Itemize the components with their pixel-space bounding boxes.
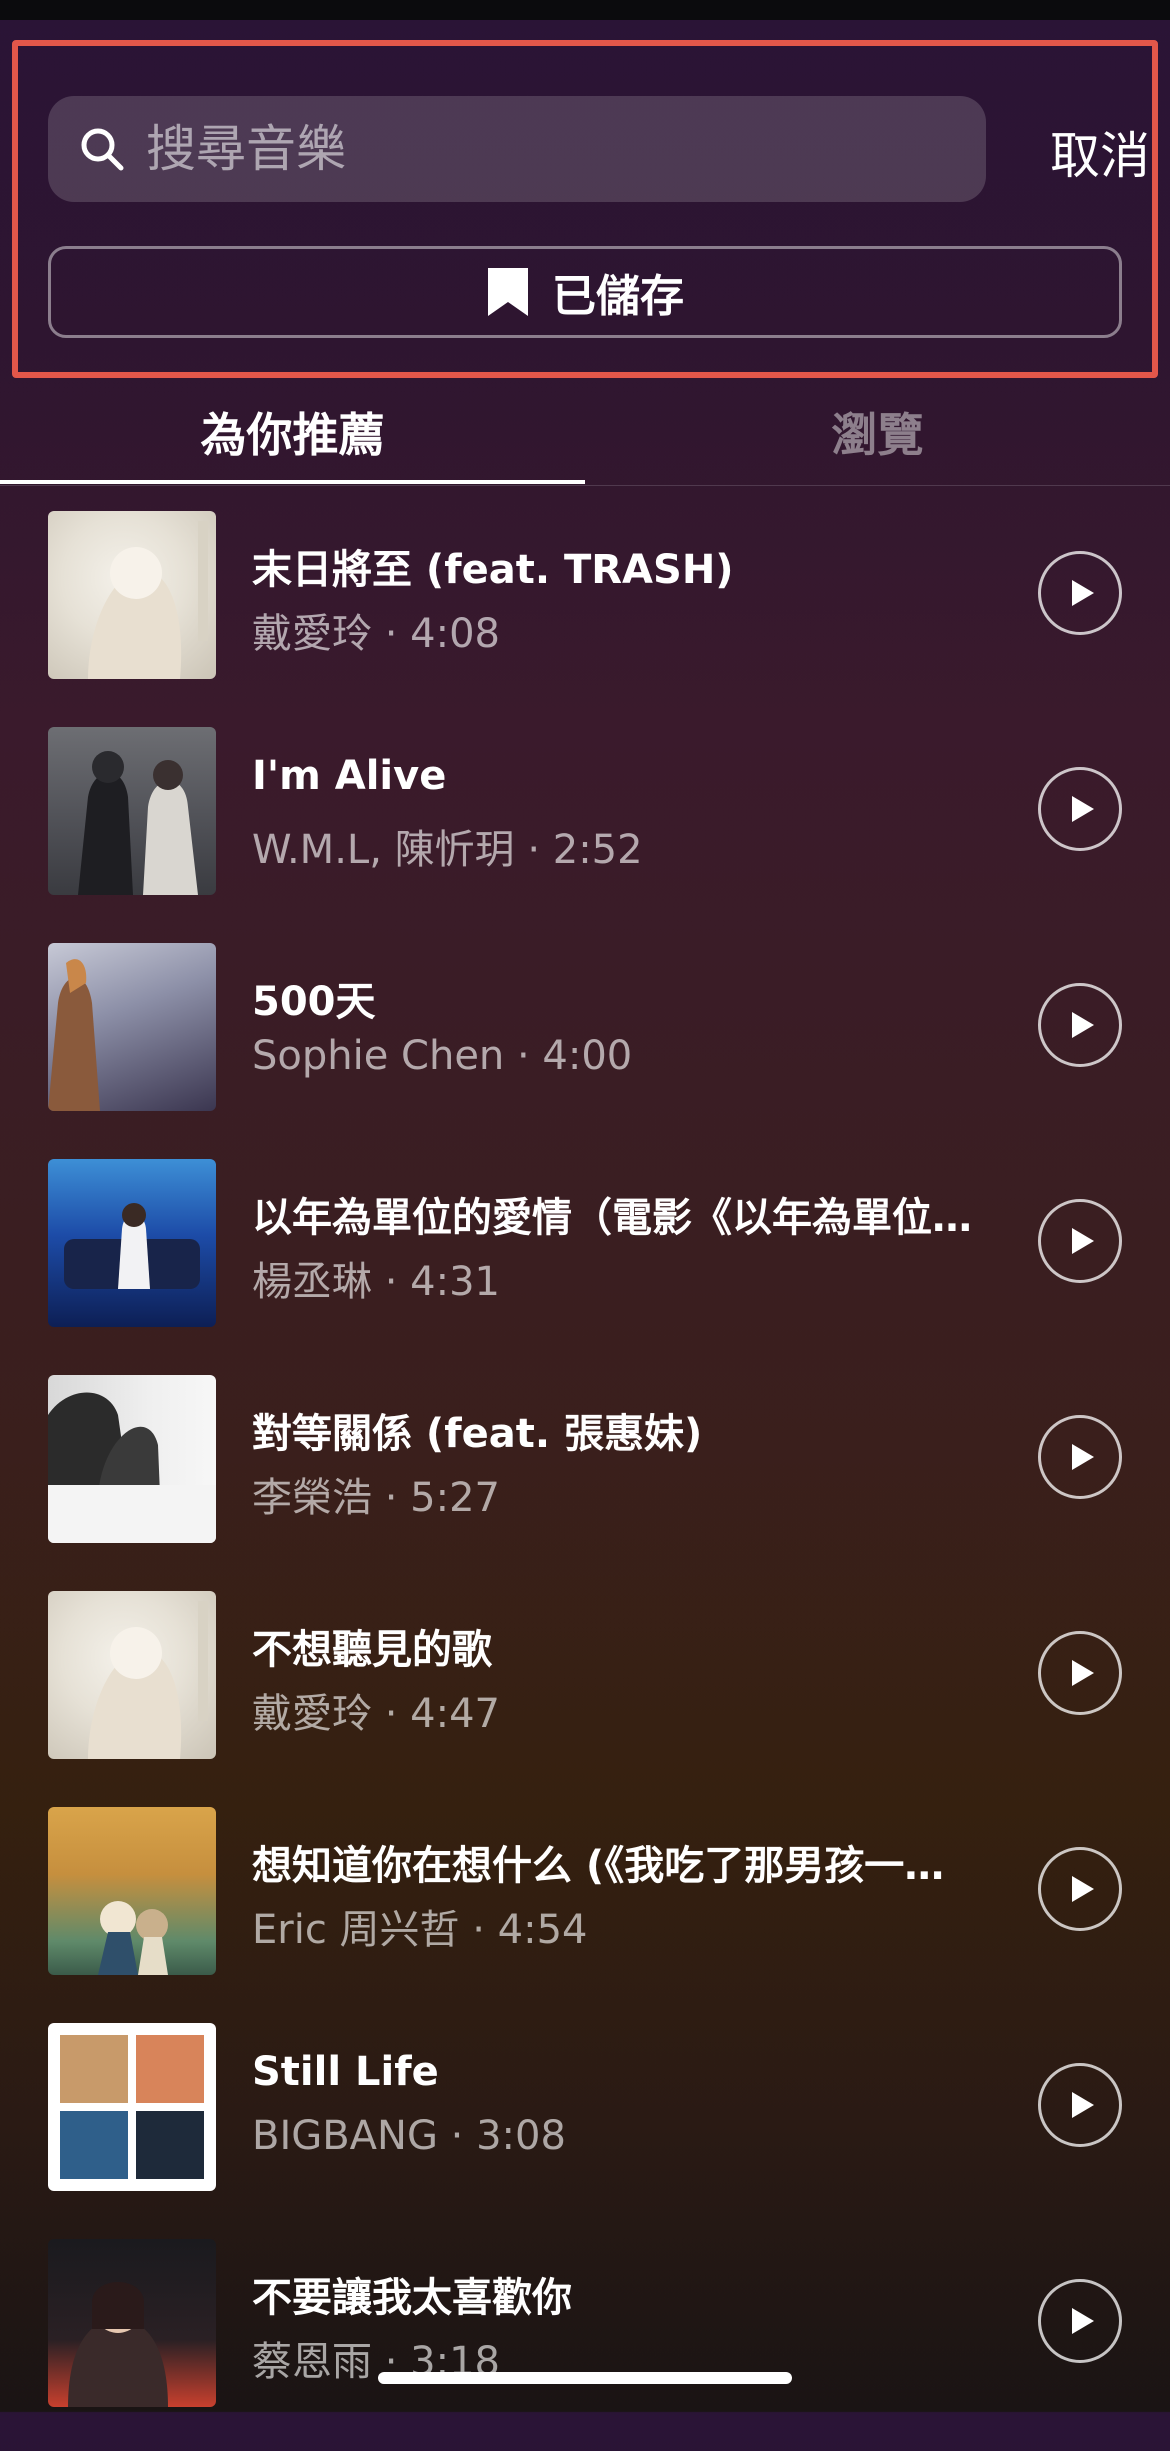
song-subtitle: 戴愛玲 · 4:47 [252, 1691, 500, 1737]
tab-for-you[interactable]: 為你推薦 [0, 378, 585, 486]
album-art [48, 2023, 216, 2191]
tab-bar: 為你推薦 瀏覽 [0, 378, 1170, 486]
song-row[interactable]: 想知道你在想什么 (《我吃了那男孩一整年的早餐》 Eric 周兴哲 · 4:54 [0, 1803, 1170, 2019]
play-icon [1071, 796, 1094, 822]
play-icon [1071, 1444, 1094, 1470]
play-icon [1071, 1876, 1094, 1902]
play-icon [1071, 1012, 1094, 1038]
song-row[interactable]: 不要讓我太喜歡你 蔡恩雨 · 3:18 [0, 2235, 1170, 2451]
tab-divider [0, 485, 1170, 486]
tab-browse[interactable]: 瀏覽 [585, 378, 1170, 486]
play-icon [1071, 580, 1094, 606]
cancel-button[interactable]: 取消 [1010, 112, 1150, 192]
song-subtitle: 李榮浩 · 5:27 [252, 1475, 500, 1521]
song-subtitle: W.M.L, 陳忻玥 · 2:52 [252, 827, 643, 873]
song-row[interactable]: 對等關係 (feat. 張惠妹) 李榮浩 · 5:27 [0, 1371, 1170, 1587]
saved-label: 已儲存 [552, 271, 684, 322]
play-button[interactable] [1038, 1847, 1122, 1931]
song-title: 以年為單位的愛情（電影《以年為單位的戀愛》 [252, 1195, 982, 1241]
play-button[interactable] [1038, 551, 1122, 635]
song-row[interactable]: 不想聽見的歌 戴愛玲 · 4:47 [0, 1587, 1170, 1803]
song-title: I'm Alive [252, 753, 447, 799]
song-subtitle: 戴愛玲 · 4:08 [252, 611, 500, 657]
album-art [48, 943, 216, 1111]
song-title: 末日將至 (feat. TRASH) [252, 547, 734, 593]
song-row[interactable]: 以年為單位的愛情（電影《以年為單位的戀愛》 楊丞琳 · 4:31 [0, 1155, 1170, 1371]
song-subtitle: BIGBANG · 3:08 [252, 2113, 566, 2159]
bookmark-icon [488, 268, 528, 316]
song-subtitle: Eric 周兴哲 · 4:54 [252, 1907, 588, 1953]
album-art [48, 1375, 216, 1543]
play-button[interactable] [1038, 1415, 1122, 1499]
song-title: 不要讓我太喜歡你 [252, 2275, 572, 2321]
play-button[interactable] [1038, 1631, 1122, 1715]
song-title: 不想聽見的歌 [252, 1627, 492, 1673]
song-row[interactable]: Still Life BIGBANG · 3:08 [0, 2019, 1170, 2235]
search-input[interactable] [144, 119, 986, 179]
song-row[interactable]: 500天 Sophie Chen · 4:00 [0, 939, 1170, 1155]
song-title: 500天 [252, 979, 376, 1025]
album-art [48, 2239, 216, 2407]
search-icon [81, 128, 124, 171]
song-title: Still Life [252, 2049, 439, 2095]
play-button[interactable] [1038, 2279, 1122, 2363]
saved-button[interactable]: 已儲存 [48, 246, 1122, 338]
search-bar[interactable] [48, 96, 986, 202]
album-art [48, 1591, 216, 1759]
play-button[interactable] [1038, 2063, 1122, 2147]
album-art [48, 727, 216, 895]
album-art [48, 1807, 216, 1975]
play-button[interactable] [1038, 983, 1122, 1067]
play-icon [1071, 1228, 1094, 1254]
song-row[interactable]: 末日將至 (feat. TRASH) 戴愛玲 · 4:08 [0, 507, 1170, 723]
active-tab-indicator [0, 480, 585, 484]
album-art [48, 511, 216, 679]
song-title: 對等關係 (feat. 張惠妹) [252, 1411, 703, 1457]
home-indicator [378, 2372, 792, 2384]
song-title: 想知道你在想什么 (《我吃了那男孩一整年的早餐》 [252, 1843, 982, 1889]
song-subtitle: Sophie Chen · 4:00 [252, 1033, 633, 1079]
song-subtitle: 楊丞琳 · 4:31 [252, 1259, 500, 1305]
song-list: 末日將至 (feat. TRASH) 戴愛玲 · 4:08 I'm Alive … [0, 507, 1170, 2451]
play-icon [1071, 2092, 1094, 2118]
play-button[interactable] [1038, 767, 1122, 851]
song-row[interactable]: I'm Alive W.M.L, 陳忻玥 · 2:52 [0, 723, 1170, 939]
play-icon [1071, 1660, 1094, 1686]
status-bar [0, 0, 1170, 20]
album-art [48, 1159, 216, 1327]
play-icon [1071, 2308, 1094, 2334]
play-button[interactable] [1038, 1199, 1122, 1283]
